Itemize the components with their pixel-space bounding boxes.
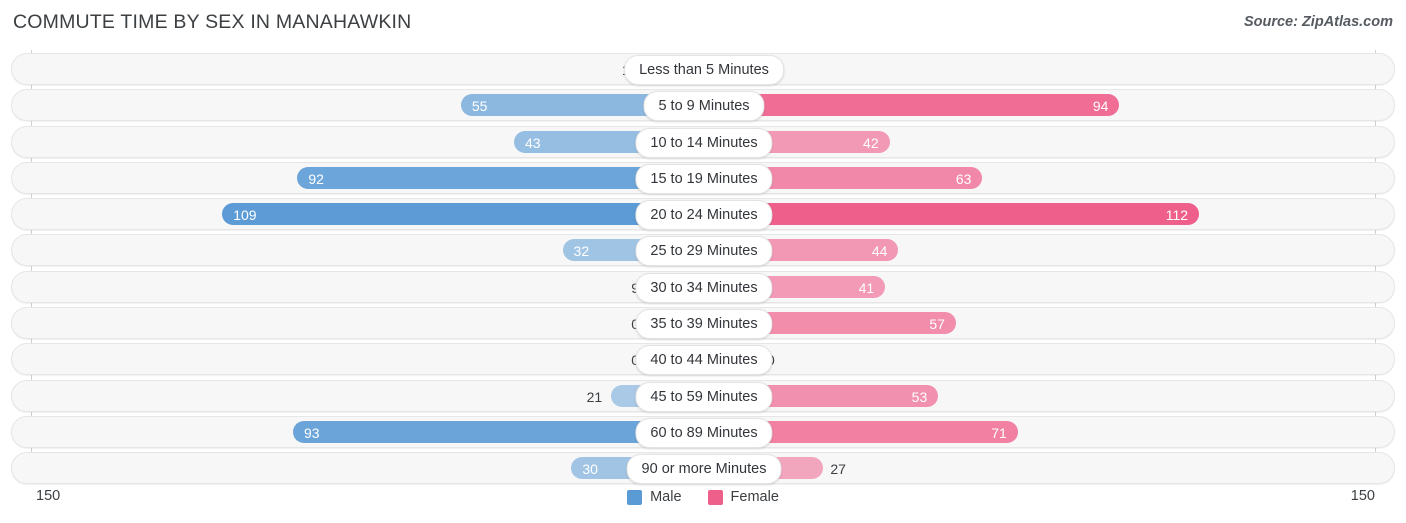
category-label-pill: 40 to 44 Minutes: [635, 345, 773, 376]
female-value-label: 41: [858, 279, 875, 296]
bar-row[interactable]: 43 42 10 to 14 Minutes: [11, 125, 1395, 158]
legend-item-label: Female: [730, 489, 779, 505]
legend-item[interactable]: Male: [627, 489, 682, 505]
male-value-label: 92: [308, 170, 324, 187]
category-label-pill: 25 to 29 Minutes: [635, 236, 773, 267]
bar-row[interactable]: 21 53 45 to 59 Minutes: [11, 379, 1395, 412]
male-value-label: 55: [471, 98, 488, 115]
chart-plot-area: 130Less than 5 Minutes 55 94 5 to 9 Minutes…: [0, 44, 1406, 485]
bar-row[interactable]: 55 94 5 to 9 Minutes: [11, 89, 1395, 122]
chart-legend: Male Female: [0, 489, 1406, 505]
female-value-label: 71: [991, 424, 1007, 441]
bar-row[interactable]: 32 44 25 to 29 Minutes: [11, 234, 1395, 267]
square-swatch-icon: [707, 489, 723, 505]
bar-row[interactable]: 94130 to 34 Minutes: [11, 270, 1395, 303]
male-value-label: 43: [524, 134, 541, 151]
category-label-pill: 90 or more Minutes: [626, 454, 782, 485]
page-title: COMMUTE TIME BY SEX IN MANAHAWKIN: [13, 11, 412, 33]
category-label-pill: 5 to 9 Minutes: [643, 91, 765, 122]
female-value-label: 63: [955, 170, 972, 187]
source-attribution: Source: ZipAtlas.com: [1243, 14, 1393, 30]
male-bar[interactable]: [222, 203, 704, 226]
bar-row[interactable]: 109 112 20 to 24 Minutes: [11, 198, 1395, 231]
category-label-pill: 60 to 89 Minutes: [635, 417, 773, 448]
category-label-pill: 15 to 19 Minutes: [635, 163, 773, 194]
bar-row[interactable]: 05735 to 39 Minutes: [11, 307, 1395, 340]
female-bar[interactable]: [704, 203, 1200, 226]
female-value-label: 94: [1092, 98, 1109, 115]
female-bar[interactable]: [704, 94, 1120, 117]
legend-item-label: Male: [650, 489, 682, 505]
bar-row[interactable]: 130Less than 5 Minutes: [11, 53, 1395, 85]
female-value-label: 44: [871, 243, 888, 260]
male-value-label: 32: [573, 243, 590, 260]
female-value-label: 42: [863, 134, 879, 151]
chart-header: COMMUTE TIME BY SEX IN MANAHAWKIN Source…: [0, 0, 1406, 44]
category-label-pill: 35 to 39 Minutes: [635, 309, 773, 340]
category-label-pill: Less than 5 Minutes: [624, 55, 784, 85]
chart-footer: 150 150 Male Female: [0, 479, 1406, 523]
bar-row[interactable]: 92 63 15 to 19 Minutes: [11, 161, 1395, 194]
category-label-pill: 45 to 59 Minutes: [635, 381, 773, 412]
bar-row[interactable]: 93 71 60 to 89 Minutes: [11, 415, 1395, 448]
category-label-pill: 10 to 14 Minutes: [635, 127, 773, 158]
male-value-label: 21: [586, 388, 603, 405]
male-value-label: 93: [303, 424, 320, 441]
female-value-label: 53: [911, 388, 928, 405]
square-swatch-icon: [627, 489, 643, 505]
bar-row[interactable]: 0040 to 44 Minutes: [11, 343, 1395, 376]
female-value-label: 112: [1165, 207, 1189, 224]
category-label-pill: 30 to 34 Minutes: [635, 272, 773, 303]
male-value-label: 109: [233, 207, 257, 224]
female-value-label: 57: [929, 316, 945, 333]
category-label-pill: 20 to 24 Minutes: [635, 200, 773, 231]
legend-item[interactable]: Female: [707, 489, 779, 505]
bar-rows-container: 130Less than 5 Minutes 55 94 5 to 9 Minutes…: [11, 53, 1395, 489]
